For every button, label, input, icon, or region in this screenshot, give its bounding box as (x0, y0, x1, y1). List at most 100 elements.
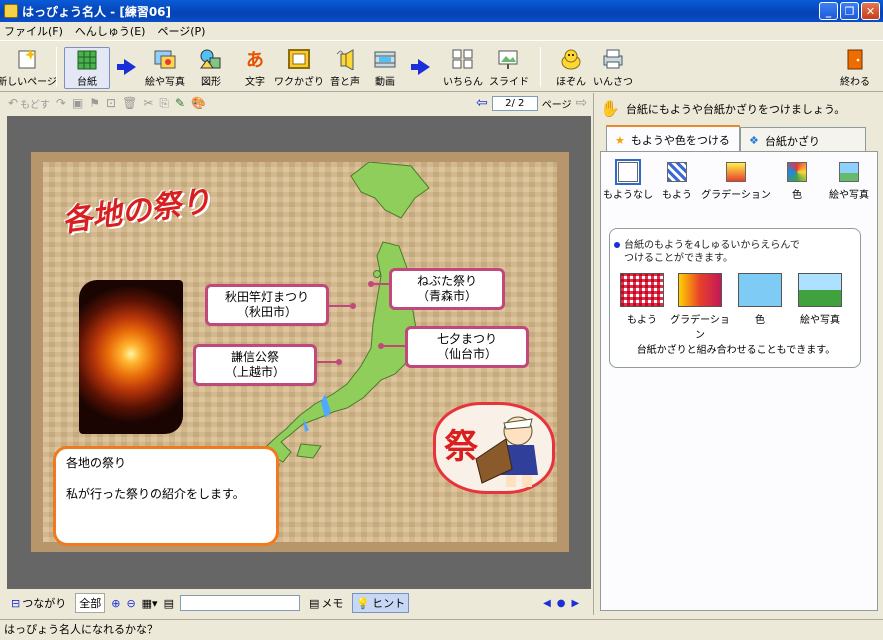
menu-file[interactable]: ファイル(F) (4, 23, 63, 39)
prev-icon[interactable]: ◀ (543, 598, 551, 609)
option-no-pattern[interactable]: もようなし (603, 159, 653, 201)
ichiran-button[interactable]: いちらん (440, 47, 486, 89)
main-toolbar: 新しいページ 台紙 絵や写真 図形 あ 文字 ワクかざり 音と声 動画 いちらん… (0, 40, 883, 92)
tab-pattern-color[interactable]: ★ もようや色をつける (606, 125, 740, 153)
memo-button[interactable]: ▤ メモ (306, 594, 346, 612)
hint-text: 台紙にもようや台紙かざりをつけましょう。 (625, 102, 846, 116)
festival-mascot-illustration[interactable]: 祭 (433, 402, 555, 494)
title-bar: はっぴょう名人 - [練習06] _ ❐ ✕ (0, 0, 883, 22)
hint-button[interactable]: 💡 ヒント (352, 593, 410, 613)
hand-icon: ✋ (600, 99, 620, 118)
text-note[interactable]: 各地の祭り 私が行った祭りの紹介をします。 (53, 446, 279, 546)
pattern-icon (667, 162, 687, 182)
page-label: ページ (541, 99, 572, 111)
tab-decoration-icon: ❖ (749, 134, 759, 147)
cut-icon[interactable]: ✂ (143, 96, 153, 110)
menu-edit[interactable]: へんしゅう(E) (75, 23, 146, 39)
app-icon (4, 4, 18, 18)
new-page-icon (15, 47, 39, 71)
back-icon[interactable]: ⊡ (106, 96, 116, 110)
bottom-toolbar: ⊟ つながり 全部 ⊕ ⊖ ▦▾ ▤ ▤ メモ 💡 ヒント ◀ ● ▶ (0, 591, 593, 615)
flow-arrow-icon (117, 59, 136, 75)
dot-icon[interactable]: ● (557, 598, 566, 609)
link-icon: ⊟ (11, 596, 21, 610)
zukei-button[interactable]: 図形 (188, 47, 234, 89)
info-text: 台紙のもようを4しゅるいからえらんで つけることができます。 (614, 239, 800, 265)
daishi-button[interactable]: 台紙 (64, 47, 110, 89)
tab-daishi-kazari[interactable]: ❖ 台紙かざり (740, 127, 866, 153)
hint-row: ✋ 台紙にもようや台紙かざりをつけましょう。 (600, 99, 845, 118)
tab-strip: ★ もようや色をつける ❖ 台紙かざり (606, 125, 870, 153)
tab-panel: もようなし もよう グラデーション 色 絵や写真 台紙のもようを4しゅるいからえ… (600, 151, 878, 611)
slideshow-icon (497, 47, 521, 71)
palette-icon[interactable]: 🎨 (191, 96, 206, 110)
redo-icon[interactable]: ↷ (56, 96, 66, 110)
zoom-out-icon[interactable]: ⊖ (126, 597, 135, 610)
menu-page[interactable]: ページ(P) (157, 23, 205, 39)
zoom-in-icon[interactable]: ⊕ (111, 597, 120, 610)
window-controls: _ ❐ ✕ (819, 2, 880, 20)
print-icon (601, 47, 625, 71)
pen-icon[interactable]: ✎ (175, 96, 185, 110)
thumb-gradation (678, 273, 722, 307)
pin-icon[interactable]: ⚑ (89, 96, 100, 110)
thumb-picture (798, 273, 842, 307)
tsunagari-button[interactable]: ⊟ つながり (8, 594, 69, 612)
toolbar-separator (540, 47, 541, 87)
slide-canvas[interactable]: 各地の祭り 秋田竿灯まつり （秋田市） ねぶた祭り （青森市） 七夕まつり （仙… (31, 152, 569, 552)
mascot-figure-icon (475, 416, 538, 487)
undo-icon[interactable]: ↶ (8, 96, 18, 110)
picture-option-icon (839, 162, 859, 182)
douga-button[interactable]: 動画 (362, 47, 408, 89)
moji-button[interactable]: あ 文字 (232, 47, 278, 89)
option-gradation[interactable]: グラデーション (701, 162, 771, 201)
lightbulb-icon: 💡 (356, 596, 371, 610)
grid-view-icon[interactable]: ▦▾ (142, 597, 158, 610)
thumb-color (738, 273, 782, 307)
undo-label[interactable]: もどす (20, 96, 50, 111)
copy-icon[interactable]: ⎘ (159, 96, 169, 111)
gradation-icon (726, 162, 746, 182)
hozon-button[interactable]: ほぞん (548, 47, 594, 89)
option-picture[interactable]: 絵や写真 (823, 162, 875, 201)
thumb-pattern (620, 273, 664, 307)
prev-page-icon[interactable]: ⇦ (476, 95, 488, 111)
zoom-all-button[interactable]: 全部 (75, 593, 106, 613)
background-options: もようなし もよう グラデーション 色 絵や写真 (601, 159, 879, 206)
slide-background: 各地の祭り 秋田竿灯まつり （秋田市） ねぶた祭り （青森市） 七夕まつり （仙… (43, 162, 557, 546)
next-icon[interactable]: ▶ (572, 598, 580, 609)
note-body: 私が行った祭りの紹介をします。 (66, 487, 245, 501)
memo-field-icon: ▤ (163, 596, 174, 610)
option-color[interactable]: 色 (777, 162, 817, 201)
restore-button[interactable]: ❐ (840, 2, 859, 20)
status-bar: はっぴょう名人になれるかな？ (0, 619, 883, 640)
exit-door-icon (843, 47, 867, 71)
page-navigator: ⇦ 2/ 2 ページ ⇨ (476, 95, 587, 111)
frame-icon (287, 47, 311, 71)
memo-field[interactable] (179, 595, 300, 611)
page-number-field[interactable]: 2/ 2 (491, 95, 538, 111)
right-pane: ✋ 台紙にもようや台紙かざりをつけましょう。 ★ もようや色をつける ❖ 台紙か… (593, 93, 883, 615)
tab-pattern-icon: ★ (615, 133, 625, 147)
trash-icon[interactable]: 🗑 (122, 96, 137, 110)
slide-button[interactable]: スライド (486, 47, 532, 89)
next-page-icon[interactable]: ⇨ (576, 95, 588, 111)
owaru-button[interactable]: 終わる (832, 47, 878, 89)
front-icon[interactable]: ▣ (72, 96, 83, 110)
window-title: はっぴょう名人 - [練習06] (22, 4, 172, 19)
flow-arrow-icon (411, 59, 430, 75)
sound-icon (333, 47, 357, 71)
blank-icon (615, 159, 641, 185)
menu-bar: ファイル(F) へんしゅう(E) ページ(P) (0, 22, 883, 40)
daishi-icon (75, 48, 99, 71)
movie-icon (373, 47, 397, 71)
close-button[interactable]: ✕ (861, 2, 880, 20)
info-footer: 台紙かざりと組み合わせることもできます。 (636, 345, 836, 356)
color-icon (787, 162, 807, 182)
e-shashin-button[interactable]: 絵や写真 (142, 47, 188, 89)
option-pattern[interactable]: もよう (657, 162, 697, 201)
insatsu-button[interactable]: いんさつ (590, 47, 636, 89)
wakazari-button[interactable]: ワクかざり (274, 47, 324, 89)
new-page-button[interactable]: 新しいページ (0, 47, 57, 89)
minimize-button[interactable]: _ (819, 2, 838, 20)
